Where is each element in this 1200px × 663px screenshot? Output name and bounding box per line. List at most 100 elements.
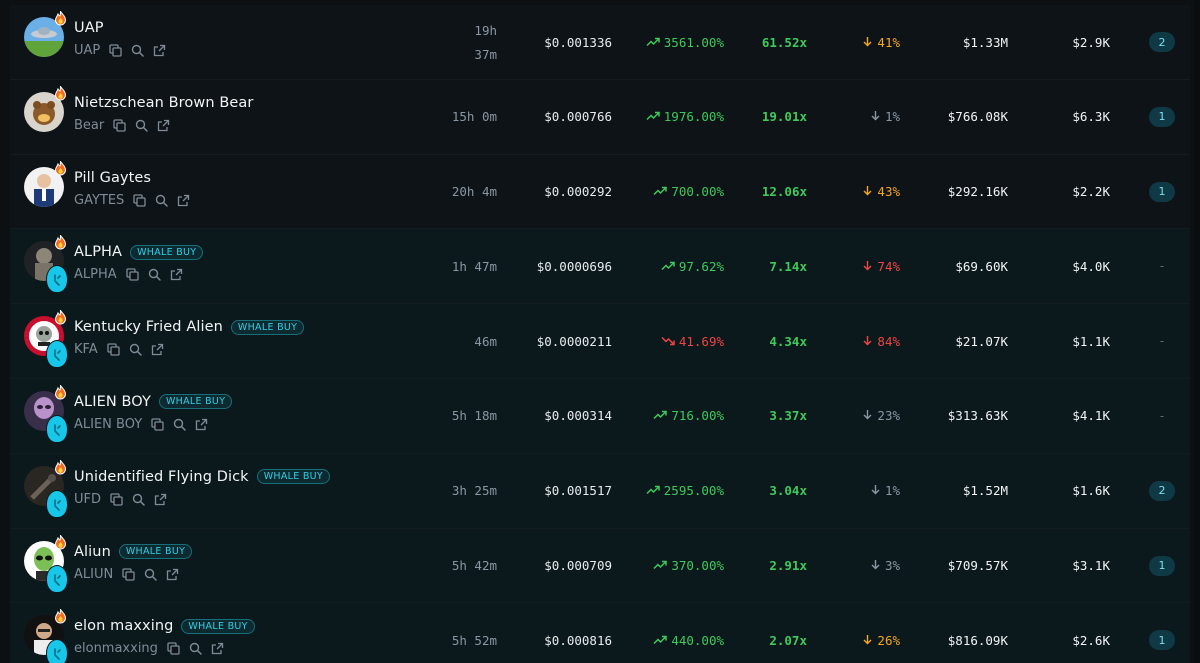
search-icon[interactable] (144, 568, 157, 581)
external-link-icon[interactable] (211, 642, 224, 655)
copy-icon[interactable] (126, 268, 139, 282)
drawdown-value: 26% (877, 632, 900, 648)
market-cap-value: $313.63K (947, 408, 1008, 424)
multiplier-value: 3.04x (769, 483, 807, 499)
token-avatar[interactable] (24, 310, 68, 369)
drawdown-cell: 41% (863, 5, 900, 79)
external-link-icon[interactable] (195, 418, 208, 431)
count-cell: - (1149, 379, 1175, 453)
volume-cell: $4.1K (1072, 379, 1110, 453)
copy-icon[interactable] (167, 642, 180, 656)
scrollbar-track[interactable] (1194, 0, 1200, 663)
token-name[interactable]: Nietzschean Brown Bear (74, 95, 253, 111)
whale-drop-icon (46, 414, 68, 443)
volume-cell: $4.0K (1072, 229, 1110, 303)
token-avatar[interactable] (24, 459, 68, 518)
price-cell: $0.000292 (544, 155, 612, 229)
whale-buy-badge: WHALE BUY (230, 319, 305, 335)
price-cell: $0.000314 (544, 379, 612, 453)
copy-icon[interactable] (109, 44, 122, 57)
count-badge[interactable]: 1 (1149, 555, 1175, 576)
token-avatar[interactable] (24, 384, 68, 443)
copy-icon[interactable] (122, 567, 135, 581)
search-icon[interactable] (129, 343, 142, 356)
change-value: 3561.00% (663, 34, 724, 50)
drawdown-value: 23% (877, 408, 900, 424)
drawdown-value: 1% (884, 483, 900, 499)
change-value: 97.62% (678, 258, 724, 274)
search-icon[interactable] (189, 642, 202, 656)
count-badge[interactable]: 1 (1149, 181, 1175, 202)
count-badge[interactable]: 2 (1149, 32, 1175, 52)
table-row[interactable]: UAP UAP 19h 37m $0.001336 3561.00% 61.52x… (10, 5, 1190, 80)
whale-drop-icon (46, 489, 68, 518)
price-cell: $0.000816 (544, 603, 612, 663)
external-link-icon[interactable] (151, 343, 164, 356)
copy-icon[interactable] (110, 493, 123, 506)
search-icon[interactable] (173, 418, 186, 431)
copy-icon[interactable] (107, 343, 120, 356)
market-cap-value: $292.16K (947, 184, 1008, 200)
token-avatar[interactable] (24, 160, 67, 207)
search-icon[interactable] (135, 119, 148, 132)
arrow-down-icon (863, 259, 872, 274)
volume-cell: $2.6K (1072, 603, 1110, 663)
search-icon[interactable] (131, 44, 144, 57)
token-avatar[interactable] (24, 609, 68, 663)
token-name[interactable]: elon maxxing (74, 618, 173, 634)
external-link-icon[interactable] (170, 268, 183, 281)
token-avatar[interactable] (24, 11, 67, 57)
token-name[interactable]: Unidentified Flying Dick (74, 469, 249, 485)
change-value: 1976.00% (663, 109, 724, 125)
table-row[interactable]: elon maxxing WHALE BUY elonmaxxing 5h 52… (10, 603, 1190, 663)
market-cap-value: $766.08K (947, 109, 1008, 125)
age-cell: 5h 18m (452, 379, 497, 453)
token-name[interactable]: Pill Gaytes (74, 170, 151, 186)
volume-value: $4.0K (1072, 258, 1110, 274)
external-link-icon[interactable] (177, 194, 190, 207)
external-link-icon[interactable] (166, 568, 179, 581)
search-icon[interactable] (132, 493, 145, 506)
age-value: 15h 0m (451, 109, 497, 125)
copy-icon[interactable] (113, 119, 126, 132)
table-row[interactable]: Aliun WHALE BUY ALIUN 5h 42m $0.000709 3… (10, 528, 1190, 604)
external-link-icon[interactable] (153, 44, 166, 57)
multiplier-cell: 7.14x (769, 229, 807, 303)
multiplier-cell: 4.34x (769, 304, 807, 378)
age-value: 5h 18m (451, 408, 497, 424)
search-icon[interactable] (148, 268, 161, 282)
table-row[interactable]: Pill Gaytes GAYTES 20h 4m $0.000292 700.… (10, 154, 1190, 230)
change-value: 700.00% (671, 184, 724, 200)
count-badge[interactable]: 1 (1149, 630, 1175, 651)
drawdown-cell: 84% (863, 304, 900, 378)
whale-drop-icon (46, 340, 68, 369)
market-cap-cell: $292.16K (948, 155, 1008, 229)
external-link-icon[interactable] (154, 493, 167, 506)
table-row[interactable]: Unidentified Flying Dick WHALE BUY UFD 3… (10, 453, 1190, 529)
trend-up-icon (646, 109, 660, 124)
token-name[interactable]: UAP (74, 20, 104, 36)
copy-icon[interactable] (151, 418, 164, 431)
count-badge[interactable]: 1 (1149, 106, 1175, 127)
count-cell: - (1149, 304, 1175, 378)
age-cell: 15h 0m (452, 80, 497, 154)
volume-value: $2.2K (1072, 184, 1110, 200)
token-avatar[interactable] (24, 85, 67, 132)
volume-value: $2.9K (1072, 34, 1110, 50)
price-value: $0.000709 (544, 558, 612, 574)
table-row[interactable]: Nietzschean Brown Bear Bear 15h 0m $0.00… (10, 79, 1190, 155)
token-name[interactable]: Aliun (74, 544, 111, 560)
token-name[interactable]: Kentucky Fried Alien (74, 319, 223, 335)
price-value: $0.001336 (544, 34, 612, 50)
table-row[interactable]: ALIEN BOY WHALE BUY ALIEN BOY 5h 18m $0.… (10, 378, 1190, 454)
search-icon[interactable] (155, 194, 169, 207)
token-name[interactable]: ALPHA (74, 244, 122, 260)
table-row[interactable]: Kentucky Fried Alien WHALE BUY KFA 46m $… (10, 304, 1190, 379)
token-avatar[interactable] (24, 534, 68, 593)
token-avatar[interactable] (24, 235, 68, 294)
copy-icon[interactable] (133, 193, 146, 207)
count-badge[interactable]: 2 (1149, 480, 1175, 501)
external-link-icon[interactable] (157, 119, 170, 132)
token-name[interactable]: ALIEN BOY (74, 394, 151, 410)
table-row[interactable]: ALPHA WHALE BUY ALPHA 1h 47m $0.0000696 … (10, 229, 1190, 305)
